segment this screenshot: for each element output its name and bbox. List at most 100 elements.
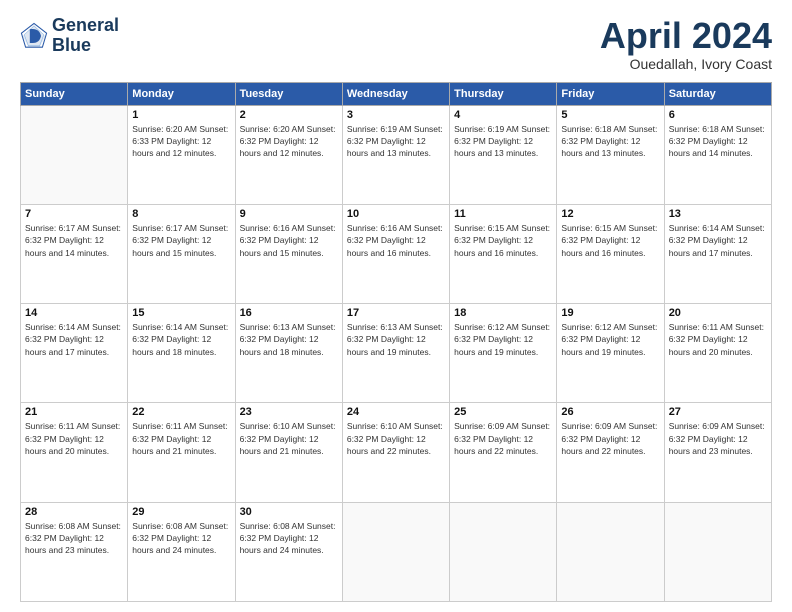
calendar-cell: 25Sunrise: 6:09 AM Sunset: 6:32 PM Dayli… [450,403,557,502]
day-number: 25 [454,406,552,418]
day-number: 5 [561,109,659,121]
calendar-cell: 8 Sunrise: 6:17 AM Sunset: 6:32 PM Daylig… [128,204,235,303]
calendar-cell: 11Sunrise: 6:15 AM Sunset: 6:32 PM Dayli… [450,204,557,303]
day-info: Sunrise: 6:19 AM Sunset: 6:32 PM Dayligh… [454,123,552,160]
day-info: Sunrise: 6:10 AM Sunset: 6:32 PM Dayligh… [240,420,338,457]
calendar-cell: 7 Sunrise: 6:17 AM Sunset: 6:32 PM Daylig… [21,204,128,303]
day-info: Sunrise: 6:11 AM Sunset: 6:32 PM Dayligh… [669,321,767,358]
weekday-header-friday: Friday [557,82,664,105]
day-number: 15 [132,307,230,319]
day-number: 22 [132,406,230,418]
calendar-cell: 19 Sunrise: 6:12 AM Sunset: 6:32 PM Dayli… [557,304,664,403]
day-info: Sunrise: 6:19 AM Sunset: 6:32 PM Dayligh… [347,123,445,160]
day-number: 14 [25,307,123,319]
logo-line2: Blue [52,36,119,56]
header: General Blue April 2024 Ouedallah, Ivory… [20,16,772,72]
day-number: 12 [561,208,659,220]
calendar-cell: 4Sunrise: 6:19 AM Sunset: 6:32 PM Daylig… [450,105,557,204]
day-info: Sunrise: 6:10 AM Sunset: 6:32 PM Dayligh… [347,420,445,457]
day-number: 7 [25,208,123,220]
calendar-cell: 28 Sunrise: 6:08 AM Sunset: 6:32 PM Dayli… [21,502,128,601]
calendar-cell: 27 Sunrise: 6:09 AM Sunset: 6:32 PM Dayli… [664,403,771,502]
day-number: 8 [132,208,230,220]
day-number: 23 [240,406,338,418]
calendar-cell: 9Sunrise: 6:16 AM Sunset: 6:32 PM Daylig… [235,204,342,303]
calendar-week-5: 28 Sunrise: 6:08 AM Sunset: 6:32 PM Dayli… [21,502,772,601]
calendar-cell: 1 Sunrise: 6:20 AM Sunset: 6:33 PM Daylig… [128,105,235,204]
calendar-cell [450,502,557,601]
day-info: Sunrise: 6:11 AM Sunset: 6:32 PM Dayligh… [132,420,230,457]
day-number: 17 [347,307,445,319]
day-info: Sunrise: 6:09 AM Sunset: 6:32 PM Dayligh… [669,420,767,457]
day-info: Sunrise: 6:17 AM Sunset: 6:32 PM Dayligh… [25,222,123,259]
day-info: Sunrise: 6:12 AM Sunset: 6:32 PM Dayligh… [454,321,552,358]
calendar-cell: 13Sunrise: 6:14 AM Sunset: 6:32 PM Dayli… [664,204,771,303]
weekday-header-sunday: Sunday [21,82,128,105]
calendar-cell: 22 Sunrise: 6:11 AM Sunset: 6:32 PM Dayli… [128,403,235,502]
calendar-cell: 2 Sunrise: 6:20 AM Sunset: 6:32 PM Daylig… [235,105,342,204]
weekday-header-monday: Monday [128,82,235,105]
day-info: Sunrise: 6:15 AM Sunset: 6:32 PM Dayligh… [561,222,659,259]
calendar-cell: 29Sunrise: 6:08 AM Sunset: 6:32 PM Dayli… [128,502,235,601]
day-number: 21 [25,406,123,418]
logo: General Blue [20,16,119,56]
day-number: 19 [561,307,659,319]
logo-icon [20,22,48,50]
day-info: Sunrise: 6:12 AM Sunset: 6:32 PM Dayligh… [561,321,659,358]
calendar-week-4: 21 Sunrise: 6:11 AM Sunset: 6:32 PM Dayli… [21,403,772,502]
day-number: 20 [669,307,767,319]
calendar-week-3: 14 Sunrise: 6:14 AM Sunset: 6:32 PM Dayli… [21,304,772,403]
day-number: 28 [25,506,123,518]
calendar-cell: 20 Sunrise: 6:11 AM Sunset: 6:32 PM Dayli… [664,304,771,403]
calendar-cell [21,105,128,204]
day-number: 1 [132,109,230,121]
day-info: Sunrise: 6:14 AM Sunset: 6:32 PM Dayligh… [25,321,123,358]
calendar-cell: 21 Sunrise: 6:11 AM Sunset: 6:32 PM Dayli… [21,403,128,502]
day-info: Sunrise: 6:20 AM Sunset: 6:33 PM Dayligh… [132,123,230,160]
calendar-cell: 16Sunrise: 6:13 AM Sunset: 6:32 PM Dayli… [235,304,342,403]
calendar-cell: 6Sunrise: 6:18 AM Sunset: 6:32 PM Daylig… [664,105,771,204]
day-info: Sunrise: 6:08 AM Sunset: 6:32 PM Dayligh… [240,520,338,557]
day-info: Sunrise: 6:09 AM Sunset: 6:32 PM Dayligh… [561,420,659,457]
day-number: 27 [669,406,767,418]
logo-text: General Blue [52,16,119,56]
day-number: 29 [132,506,230,518]
day-number: 24 [347,406,445,418]
day-info: Sunrise: 6:11 AM Sunset: 6:32 PM Dayligh… [25,420,123,457]
calendar-header-row: SundayMondayTuesdayWednesdayThursdayFrid… [21,82,772,105]
logo-line1: General [52,16,119,36]
day-info: Sunrise: 6:17 AM Sunset: 6:32 PM Dayligh… [132,222,230,259]
day-info: Sunrise: 6:15 AM Sunset: 6:32 PM Dayligh… [454,222,552,259]
day-info: Sunrise: 6:20 AM Sunset: 6:32 PM Dayligh… [240,123,338,160]
calendar-cell: 5 Sunrise: 6:18 AM Sunset: 6:32 PM Daylig… [557,105,664,204]
day-number: 6 [669,109,767,121]
calendar-cell: 24 Sunrise: 6:10 AM Sunset: 6:32 PM Dayli… [342,403,449,502]
calendar-week-2: 7 Sunrise: 6:17 AM Sunset: 6:32 PM Daylig… [21,204,772,303]
day-info: Sunrise: 6:14 AM Sunset: 6:32 PM Dayligh… [132,321,230,358]
day-number: 13 [669,208,767,220]
calendar-cell: 18 Sunrise: 6:12 AM Sunset: 6:32 PM Dayli… [450,304,557,403]
title-block: April 2024 Ouedallah, Ivory Coast [600,16,772,72]
day-info: Sunrise: 6:08 AM Sunset: 6:32 PM Dayligh… [25,520,123,557]
calendar-cell: 23 Sunrise: 6:10 AM Sunset: 6:32 PM Dayli… [235,403,342,502]
location: Ouedallah, Ivory Coast [600,56,772,72]
day-info: Sunrise: 6:16 AM Sunset: 6:32 PM Dayligh… [240,222,338,259]
day-info: Sunrise: 6:18 AM Sunset: 6:32 PM Dayligh… [561,123,659,160]
calendar-week-1: 1 Sunrise: 6:20 AM Sunset: 6:33 PM Daylig… [21,105,772,204]
day-number: 26 [561,406,659,418]
day-number: 10 [347,208,445,220]
day-info: Sunrise: 6:13 AM Sunset: 6:32 PM Dayligh… [240,321,338,358]
page: General Blue April 2024 Ouedallah, Ivory… [0,0,792,612]
calendar-cell [664,502,771,601]
day-number: 3 [347,109,445,121]
calendar-cell: 12 Sunrise: 6:15 AM Sunset: 6:32 PM Dayli… [557,204,664,303]
weekday-header-wednesday: Wednesday [342,82,449,105]
calendar-cell [342,502,449,601]
calendar-table: SundayMondayTuesdayWednesdayThursdayFrid… [20,82,772,602]
day-number: 2 [240,109,338,121]
calendar-cell: 30 Sunrise: 6:08 AM Sunset: 6:32 PM Dayli… [235,502,342,601]
calendar-cell: 26 Sunrise: 6:09 AM Sunset: 6:32 PM Dayli… [557,403,664,502]
day-number: 18 [454,307,552,319]
day-number: 30 [240,506,338,518]
day-info: Sunrise: 6:13 AM Sunset: 6:32 PM Dayligh… [347,321,445,358]
